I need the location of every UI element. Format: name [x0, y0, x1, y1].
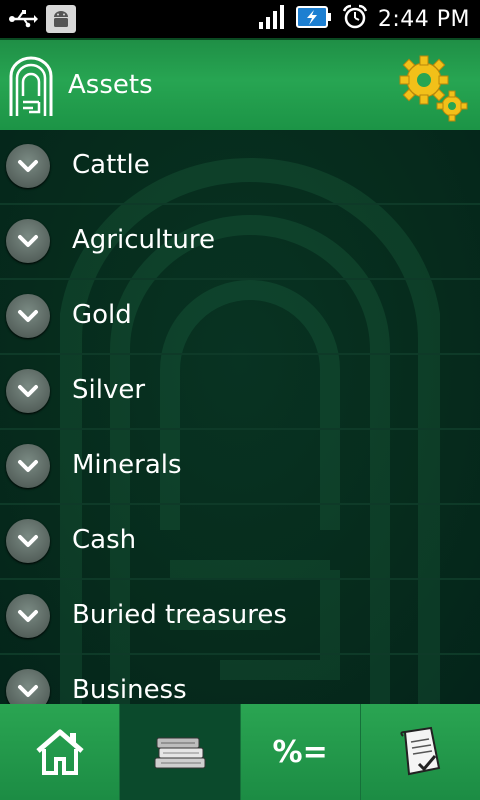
- list-item[interactable]: Buried treasures: [0, 580, 480, 655]
- usb-icon: [8, 5, 38, 33]
- list-item[interactable]: Cattle: [0, 130, 480, 205]
- list-item-label: Cattle: [72, 150, 150, 180]
- list-item-label: Gold: [72, 300, 132, 330]
- list-item-label: Agriculture: [72, 225, 215, 255]
- app-header: Assets: [0, 38, 480, 130]
- list-item-label: Silver: [72, 375, 146, 405]
- list-item[interactable]: Minerals: [0, 430, 480, 505]
- app-logo: [8, 56, 54, 118]
- chevron-down-icon[interactable]: [6, 594, 50, 638]
- tab-report[interactable]: [361, 704, 480, 800]
- list-item[interactable]: Gold: [0, 280, 480, 355]
- clock: 2:44 PM: [377, 6, 470, 32]
- signal-icon: [258, 4, 286, 34]
- list-item-label: Cash: [72, 525, 137, 555]
- tab-percentage[interactable]: %=: [241, 704, 361, 800]
- battery-icon: [295, 4, 332, 34]
- chevron-down-icon[interactable]: [6, 294, 50, 338]
- android-debug-icon: [46, 5, 76, 33]
- list-item-label: Buried treasures: [72, 600, 287, 630]
- chevron-down-icon[interactable]: [6, 219, 50, 263]
- report-icon: [400, 726, 441, 776]
- status-bar: 2:44 PM: [0, 0, 480, 38]
- alarm-icon: [342, 4, 368, 34]
- tab-books[interactable]: [120, 704, 241, 800]
- books-icon: [154, 737, 206, 769]
- chevron-down-icon[interactable]: [6, 519, 50, 563]
- tab-home[interactable]: [0, 704, 121, 800]
- chevron-down-icon[interactable]: [6, 669, 50, 704]
- list-item-label: Minerals: [72, 450, 182, 480]
- settings-gears-icon[interactable]: [396, 52, 468, 124]
- assets-list: Cattle Agriculture Gold Silver Minerals …: [0, 130, 480, 704]
- list-item[interactable]: Cash: [0, 505, 480, 580]
- percent-equals-icon: %=: [272, 734, 328, 770]
- page-title: Assets: [68, 70, 153, 100]
- list-item[interactable]: Business: [0, 655, 480, 704]
- home-icon: [35, 729, 84, 775]
- list-item-label: Business: [72, 675, 187, 704]
- bottom-tab-bar: %=: [0, 704, 480, 800]
- list-item[interactable]: Agriculture: [0, 205, 480, 280]
- list-item[interactable]: Silver: [0, 355, 480, 430]
- chevron-down-icon[interactable]: [6, 444, 50, 488]
- chevron-down-icon[interactable]: [6, 144, 50, 188]
- chevron-down-icon[interactable]: [6, 369, 50, 413]
